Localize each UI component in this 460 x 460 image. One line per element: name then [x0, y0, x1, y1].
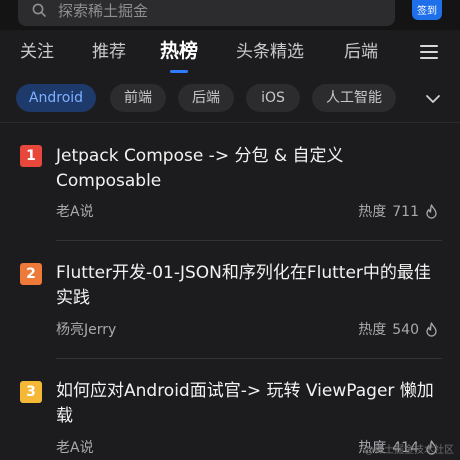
- heat-value: 540: [392, 322, 419, 338]
- chip-backend[interactable]: 后端: [178, 84, 234, 112]
- heat-label: 热度: [358, 204, 387, 220]
- flame-icon: [426, 204, 437, 219]
- rank-badge: 2: [20, 263, 42, 285]
- article-title[interactable]: Jetpack Compose -> 分包 & 自定义Composable: [56, 144, 441, 194]
- category-tabs: 关注 推荐 热榜 头条精选 后端: [0, 30, 460, 76]
- top-bar: 探索稀土掘金 签到: [0, 0, 460, 30]
- article-title[interactable]: 如何应对Android面试官-> 玩转 ViewPager 懒加载: [56, 379, 441, 429]
- search-icon: [32, 3, 46, 17]
- heat-info: 热度 540: [358, 321, 438, 339]
- tab-follow[interactable]: 关注: [20, 40, 54, 64]
- tab-headline-picks[interactable]: 头条精选: [236, 40, 304, 64]
- rank-badge: 1: [20, 145, 42, 167]
- active-tab-indicator: [170, 70, 188, 73]
- flame-icon: [426, 322, 437, 337]
- article-author[interactable]: 老A说: [56, 439, 94, 457]
- watermark: @稀土掘金技术社区: [364, 445, 454, 456]
- article-title[interactable]: Flutter开发-01-JSON和序列化在Flutter中的最佳实践: [56, 261, 441, 311]
- search-placeholder: 探索稀土掘金: [58, 2, 149, 20]
- tab-recommend[interactable]: 推荐: [92, 40, 126, 64]
- chip-ai[interactable]: 人工智能: [312, 84, 396, 112]
- list-item[interactable]: 2 Flutter开发-01-JSON和序列化在Flutter中的最佳实践 杨亮…: [0, 241, 460, 359]
- rank-badge: 3: [20, 381, 42, 403]
- article-author[interactable]: 老A说: [56, 203, 94, 221]
- chevron-down-icon[interactable]: [424, 90, 442, 108]
- heat-label: 热度: [358, 322, 387, 338]
- chip-android[interactable]: Android: [16, 84, 96, 112]
- chip-ios[interactable]: iOS: [246, 84, 300, 112]
- heat-value: 711: [392, 204, 419, 220]
- heat-info: 热度 711: [358, 203, 438, 221]
- tab-backend[interactable]: 后端: [344, 40, 378, 64]
- tab-hot-list[interactable]: 热榜: [160, 39, 198, 63]
- article-author[interactable]: 杨亮Jerry: [56, 321, 116, 339]
- chip-frontend[interactable]: 前端: [110, 84, 166, 112]
- topic-chips: Android 前端 后端 iOS 人工智能: [0, 76, 460, 122]
- signin-button[interactable]: 签到: [412, 0, 442, 20]
- search-input[interactable]: 探索稀土掘金: [18, 0, 395, 26]
- list-item[interactable]: 1 Jetpack Compose -> 分包 & 自定义Composable …: [0, 123, 460, 241]
- menu-icon[interactable]: [420, 44, 438, 60]
- signin-label: 签到: [417, 6, 437, 17]
